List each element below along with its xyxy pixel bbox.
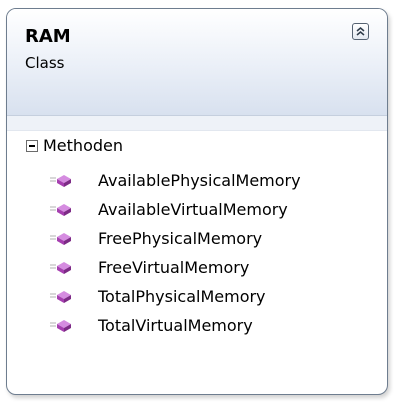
method-item[interactable]: AvailableVirtualMemory — [7, 196, 387, 225]
method-name: AvailableVirtualMemory — [98, 200, 288, 219]
class-header: RAM Class — [7, 9, 387, 116]
double-chevron-up-icon — [356, 27, 365, 36]
method-item[interactable]: TotalVirtualMemory — [7, 312, 387, 341]
method-name: TotalVirtualMemory — [98, 316, 253, 335]
public-method-icon — [50, 233, 71, 245]
method-item[interactable]: FreeVirtualMemory — [7, 254, 387, 283]
methods-list: AvailablePhysicalMemory AvailableVirtualM… — [7, 167, 387, 341]
collapse-class-button[interactable] — [352, 23, 369, 40]
public-method-icon — [50, 262, 71, 274]
public-method-icon — [50, 175, 71, 187]
public-method-icon — [50, 291, 71, 303]
methods-section-label: Methoden — [43, 136, 123, 155]
class-shape[interactable]: RAM Class Methoden AvailablePhysicalMemo… — [6, 8, 388, 395]
method-name: AvailablePhysicalMemory — [98, 171, 301, 190]
method-name: FreeVirtualMemory — [98, 258, 250, 277]
method-item[interactable]: AvailablePhysicalMemory — [7, 167, 387, 196]
collapse-minus-icon[interactable] — [26, 140, 38, 152]
method-item[interactable]: TotalPhysicalMemory — [7, 283, 387, 312]
header-separator — [7, 116, 387, 131]
public-method-icon — [50, 204, 71, 216]
class-kind: Class — [25, 54, 65, 72]
public-method-icon — [50, 320, 71, 332]
class-name: RAM — [25, 26, 71, 47]
method-item[interactable]: FreePhysicalMemory — [7, 225, 387, 254]
methods-section-header[interactable]: Methoden — [7, 131, 387, 161]
method-name: TotalPhysicalMemory — [98, 287, 266, 306]
method-name: FreePhysicalMemory — [98, 229, 263, 248]
